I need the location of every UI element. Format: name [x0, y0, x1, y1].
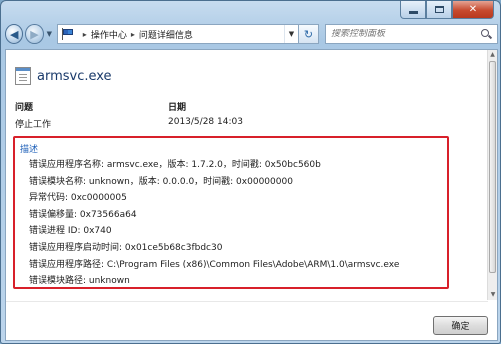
address-bar[interactable]: ▸ 操作中心 ▸ 问题详细信息 ▼: [56, 24, 299, 44]
date-label: 日期: [168, 103, 187, 113]
back-button[interactable]: ◀: [5, 24, 24, 44]
scrollbar-thumb[interactable]: [489, 61, 496, 273]
breadcrumb-separator-icon: ▸: [82, 29, 87, 39]
forward-button[interactable]: ▶: [25, 24, 44, 44]
description-details: 错误应用程序名称: armsvc.exe，版本: 1.7.2.0，时间戳: 0x…: [29, 157, 399, 290]
action-center-flag-icon: [61, 28, 75, 40]
breadcrumb-problem-details[interactable]: 问题详细信息: [139, 28, 193, 41]
forward-arrow-icon: ▶: [30, 27, 39, 41]
description-highlight-box: 描述 错误应用程序名称: armsvc.exe，版本: 1.7.2.0，时间戳:…: [13, 136, 449, 289]
problem-label: 问题: [15, 103, 34, 113]
faulting-module-path: 错误模块路径: unknown: [29, 276, 130, 287]
maximize-icon: [434, 6, 444, 13]
problem-value: 停止工作: [15, 120, 52, 130]
minimize-button[interactable]: [400, 1, 426, 19]
breadcrumb-action-center[interactable]: 操作中心: [91, 28, 127, 41]
faulting-application-name: 错误应用程序名称: armsvc.exe，版本: 1.7.2.0，时间戳: 0x…: [29, 160, 321, 170]
search-input[interactable]: [331, 29, 481, 39]
navigation-bar: ◀ ▶ ▼ ▸ 操作中心 ▸ 问题详细信息 ▼ ↻: [5, 22, 498, 46]
close-icon: ✕: [468, 4, 478, 15]
vertical-scrollbar[interactable]: ▲ ▼: [487, 50, 497, 300]
exception-code: 异常代码: 0xc0000005: [29, 193, 127, 204]
faulting-process-id: 错误进程 ID: 0x740: [29, 226, 112, 237]
search-icon[interactable]: [481, 28, 493, 40]
caption-buttons: ✕: [400, 1, 494, 19]
scroll-down-icon[interactable]: ▼: [488, 290, 498, 300]
faulting-application-start-time: 错误应用程序启动时间: 0x01ce5b68c3fbdc30: [29, 242, 223, 253]
footer-divider: [6, 301, 488, 302]
app-header: armsvc.exe: [15, 67, 112, 85]
breadcrumb-separator-icon: ▸: [130, 29, 135, 39]
faulting-application-path: 错误应用程序路径: C:\Program Files (x86)\Common …: [29, 259, 400, 270]
date-value: 2013/5/28 14:03: [168, 117, 243, 127]
scroll-up-icon[interactable]: ▲: [488, 50, 497, 60]
content-area: armsvc.exe 问题 停止工作 日期 2013/5/28 14:03 描述…: [5, 49, 498, 341]
fault-offset: 错误偏移量: 0x73566a64: [29, 209, 137, 220]
back-arrow-icon: ◀: [9, 27, 19, 41]
problem-details-window: ✕ ◀ ▶ ▼ ▸ 操作中心 ▸ 问题详细信息 ▼ ↻ armsvc.exe 问…: [0, 0, 501, 344]
ok-button[interactable]: 确定: [433, 316, 488, 335]
minimize-icon: [408, 10, 418, 14]
refresh-icon: ↻: [303, 27, 314, 41]
application-icon: [15, 67, 31, 85]
search-box[interactable]: [325, 24, 498, 44]
refresh-button[interactable]: ↻: [298, 24, 319, 44]
app-name: armsvc.exe: [37, 68, 112, 84]
maximize-button[interactable]: [426, 1, 452, 19]
faulting-module-name: 错误模块名称: unknown，版本: 0.0.0.0，时间戳: 0x00000…: [29, 176, 293, 187]
close-button[interactable]: ✕: [452, 1, 494, 19]
address-dropdown-arrow-icon[interactable]: ▼: [283, 25, 298, 43]
recent-pages-dropdown[interactable]: ▼: [45, 30, 54, 38]
description-header[interactable]: 描述: [20, 142, 38, 155]
